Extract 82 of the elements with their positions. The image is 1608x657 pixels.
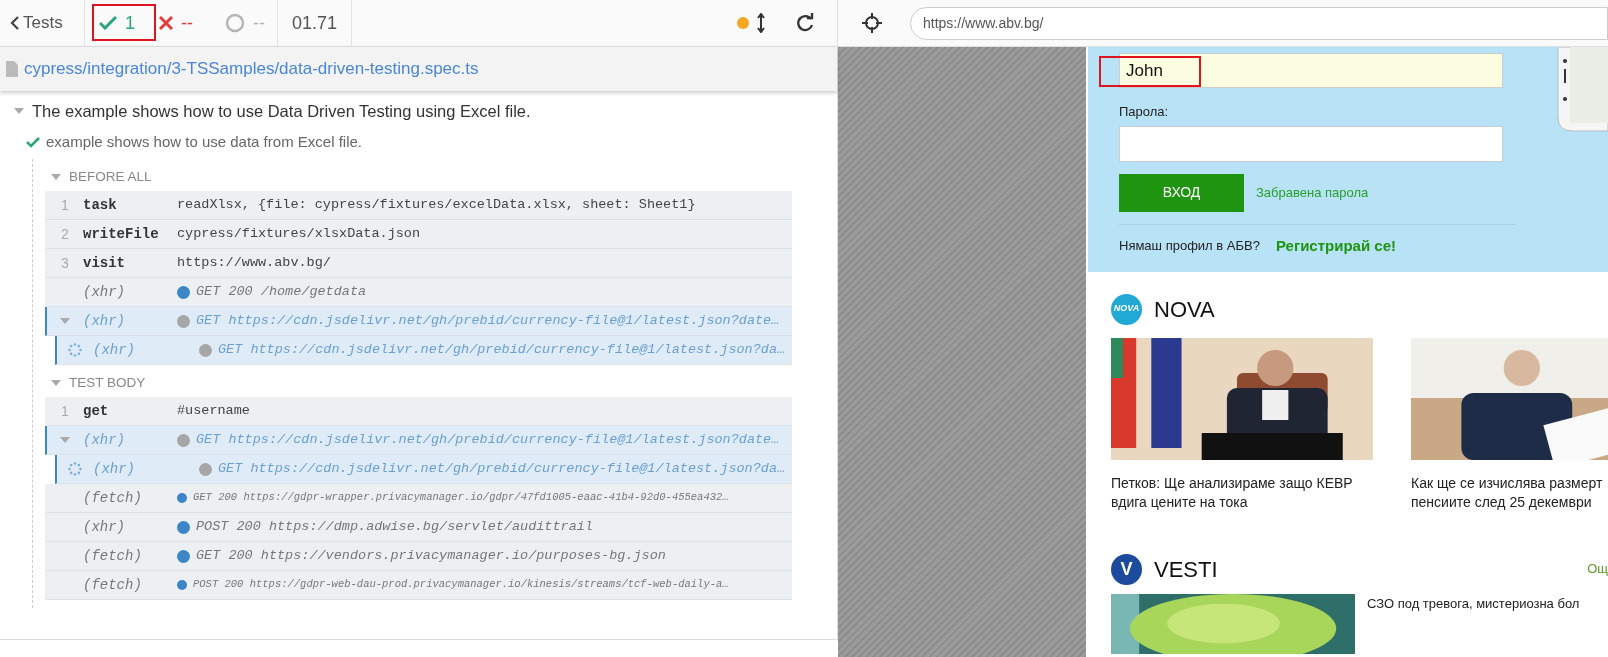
- command-message: GET https://cdn.jsdelivr.net/gh/prebid/currency-file@1/latest.json?da…: [218, 340, 786, 359]
- password-label: Парола:: [1119, 103, 1170, 121]
- command-name: (xhr): [83, 311, 126, 331]
- command-name: (fetch): [83, 546, 143, 566]
- pending-count: --: [253, 11, 265, 35]
- command-message: #username: [177, 401, 250, 420]
- command-message: GET https://cdn.jsdelivr.net/gh/prebid/currency-file@1/latest.json?date…: [196, 430, 780, 449]
- caret-icon[interactable]: [51, 173, 61, 181]
- command-message: GET 200 /home/getdata: [196, 282, 367, 301]
- spec-path-link[interactable]: cypress/integration/3-TSSamples/data-driven-testing.spec.ts: [24, 56, 479, 82]
- command-row[interactable]: (xhr) GET https://cdn.jsdelivr.net/gh/prebid/currency-file@1/latest.json?date…: [45, 426, 792, 455]
- command-name: (fetch): [83, 575, 143, 595]
- command-name: (xhr): [83, 517, 126, 537]
- command-message: readXlsx, {file: cypress/fixtures/excelData.xlsx, sheet: Sheet1}: [177, 195, 696, 214]
- command-message: GET https://cdn.jsdelivr.net/gh/prebid/currency-file@1/latest.json?date…: [196, 311, 780, 330]
- close-icon: [159, 16, 173, 30]
- command-name: (fetch): [83, 488, 143, 508]
- command-row[interactable]: (xhr) GET https://cdn.jsdelivr.net/gh/prebid/currency-file@1/latest.json?da…: [55, 455, 792, 484]
- line-number: 2: [61, 224, 69, 244]
- command-name: (xhr): [83, 282, 126, 302]
- article-title[interactable]: Петков: Ще анализираме защо КЕВР вдига цените на тока: [1111, 474, 1355, 512]
- command-message: POST 200 https://gdpr-web-dau-prod.privacymanager.io/kinesis/streams/tcf-web-daily-a…: [193, 577, 729, 593]
- article-title[interactable]: Как ще се изчислява размерт пенсиите след 25 декември: [1411, 474, 1605, 512]
- file-icon: [6, 61, 18, 77]
- line-number: 1: [61, 401, 69, 421]
- more-link[interactable]: Ощ: [1587, 559, 1608, 579]
- failed-count: --: [181, 11, 193, 35]
- command-name: task: [83, 195, 118, 215]
- line-number: 3: [61, 253, 69, 273]
- command-row[interactable]: 2 writeFile cypress/fixtures/xlsxData.json: [45, 220, 792, 249]
- hook-title[interactable]: BEFORE ALL: [69, 166, 152, 188]
- command-row[interactable]: (xhr) GET https://cdn.jsdelivr.net/gh/prebid/currency-file@1/latest.json?date…: [45, 307, 792, 336]
- chevron-left-icon: [10, 16, 19, 30]
- no-account-text: Нямаш профил в АБВ?: [1119, 237, 1260, 255]
- command-row[interactable]: (fetch) POST 200 https://gdpr-web-dau-prod.privacymanager.io/kinesis/streams/tcf-web-daily-a…: [45, 571, 792, 600]
- caret-icon[interactable]: [60, 317, 70, 325]
- resize-vertical-icon[interactable]: [757, 13, 765, 33]
- command-name: (xhr): [83, 430, 126, 450]
- url-field[interactable]: https://www.abv.bg/: [910, 6, 1608, 40]
- command-name: visit: [83, 253, 126, 273]
- source-logo: NOVA: [1111, 293, 1142, 325]
- command-name: get: [83, 401, 110, 421]
- command-row[interactable]: (xhr) GET https://cdn.jsdelivr.net/gh/prebid/currency-file@1/latest.json?da…: [55, 336, 792, 365]
- command-name: (xhr): [93, 459, 136, 479]
- article-title[interactable]: СЗО под тревога, мистериозна бол: [1367, 594, 1580, 654]
- command-name: (xhr): [93, 340, 136, 360]
- line-number: 1: [61, 195, 69, 215]
- command-row[interactable]: 1 task readXlsx, {file: cypress/fixtures/excelData.xlsx, sheet: Sheet1}: [45, 191, 792, 220]
- reload-icon[interactable]: [795, 13, 815, 33]
- circle-icon: [225, 13, 245, 33]
- source-logo: V: [1111, 553, 1142, 585]
- test-title[interactable]: example shows how to use data from Excel file.: [46, 130, 362, 154]
- passed-count: 1: [125, 11, 135, 35]
- username-field[interactable]: John: [1119, 53, 1503, 88]
- caret-icon[interactable]: [14, 107, 24, 115]
- command-message: POST 200 https://dmp.adwise.bg/servlet/audittrail: [196, 517, 593, 536]
- command-message: https://www.abv.bg/: [177, 253, 331, 272]
- command-row[interactable]: (fetch) GET 200 https://vendors.privacymanager.io/purposes-bg.json: [45, 542, 792, 571]
- command-row[interactable]: (xhr) POST 200 https://dmp.adwise.bg/servlet/audittrail: [45, 513, 792, 542]
- password-field[interactable]: [1119, 125, 1503, 162]
- command-row[interactable]: 3 visit https://www.abv.bg/: [45, 249, 792, 278]
- hook-title[interactable]: TEST BODY: [69, 372, 146, 394]
- command-row[interactable]: (xhr) GET 200 /home/getdata: [45, 278, 792, 307]
- caret-icon[interactable]: [51, 379, 61, 387]
- command-message: GET 200 https://vendors.privacymanager.io/purposes-bg.json: [196, 546, 666, 565]
- crosshair-icon[interactable]: [862, 13, 882, 33]
- command-message: cypress/fixtures/xlsxData.json: [177, 224, 421, 243]
- caret-icon[interactable]: [60, 436, 70, 444]
- forgot-password-link[interactable]: Забравена парола: [1256, 182, 1369, 203]
- command-row[interactable]: 1 get #username: [45, 397, 792, 426]
- check-icon: [99, 16, 117, 30]
- command-message: GET https://cdn.jsdelivr.net/gh/prebid/currency-file@1/latest.json?da…: [218, 459, 786, 478]
- command-name: writeFile: [83, 224, 160, 244]
- suite-title[interactable]: The example shows how to use Data Driven Testing using Excel file.: [32, 98, 531, 124]
- login-button[interactable]: ВХОД: [1119, 173, 1244, 212]
- duration: 01.71: [292, 11, 338, 35]
- source-title: VESTI: [1154, 555, 1218, 584]
- command-message: GET 200 https://gdpr-wrapper.privacymanager.io/gdpr/47fd1005-eaac-41b4-92d0-455ea432…: [193, 490, 729, 506]
- register-link[interactable]: Регистрирай се!: [1275, 234, 1396, 257]
- back-button[interactable]: Tests: [0, 0, 85, 46]
- command-row[interactable]: (fetch) GET 200 https://gdpr-wrapper.privacymanager.io/gdpr/47fd1005-eaac-41b4-92d0-455ea432…: [45, 484, 792, 513]
- source-title: NOVA: [1154, 295, 1215, 324]
